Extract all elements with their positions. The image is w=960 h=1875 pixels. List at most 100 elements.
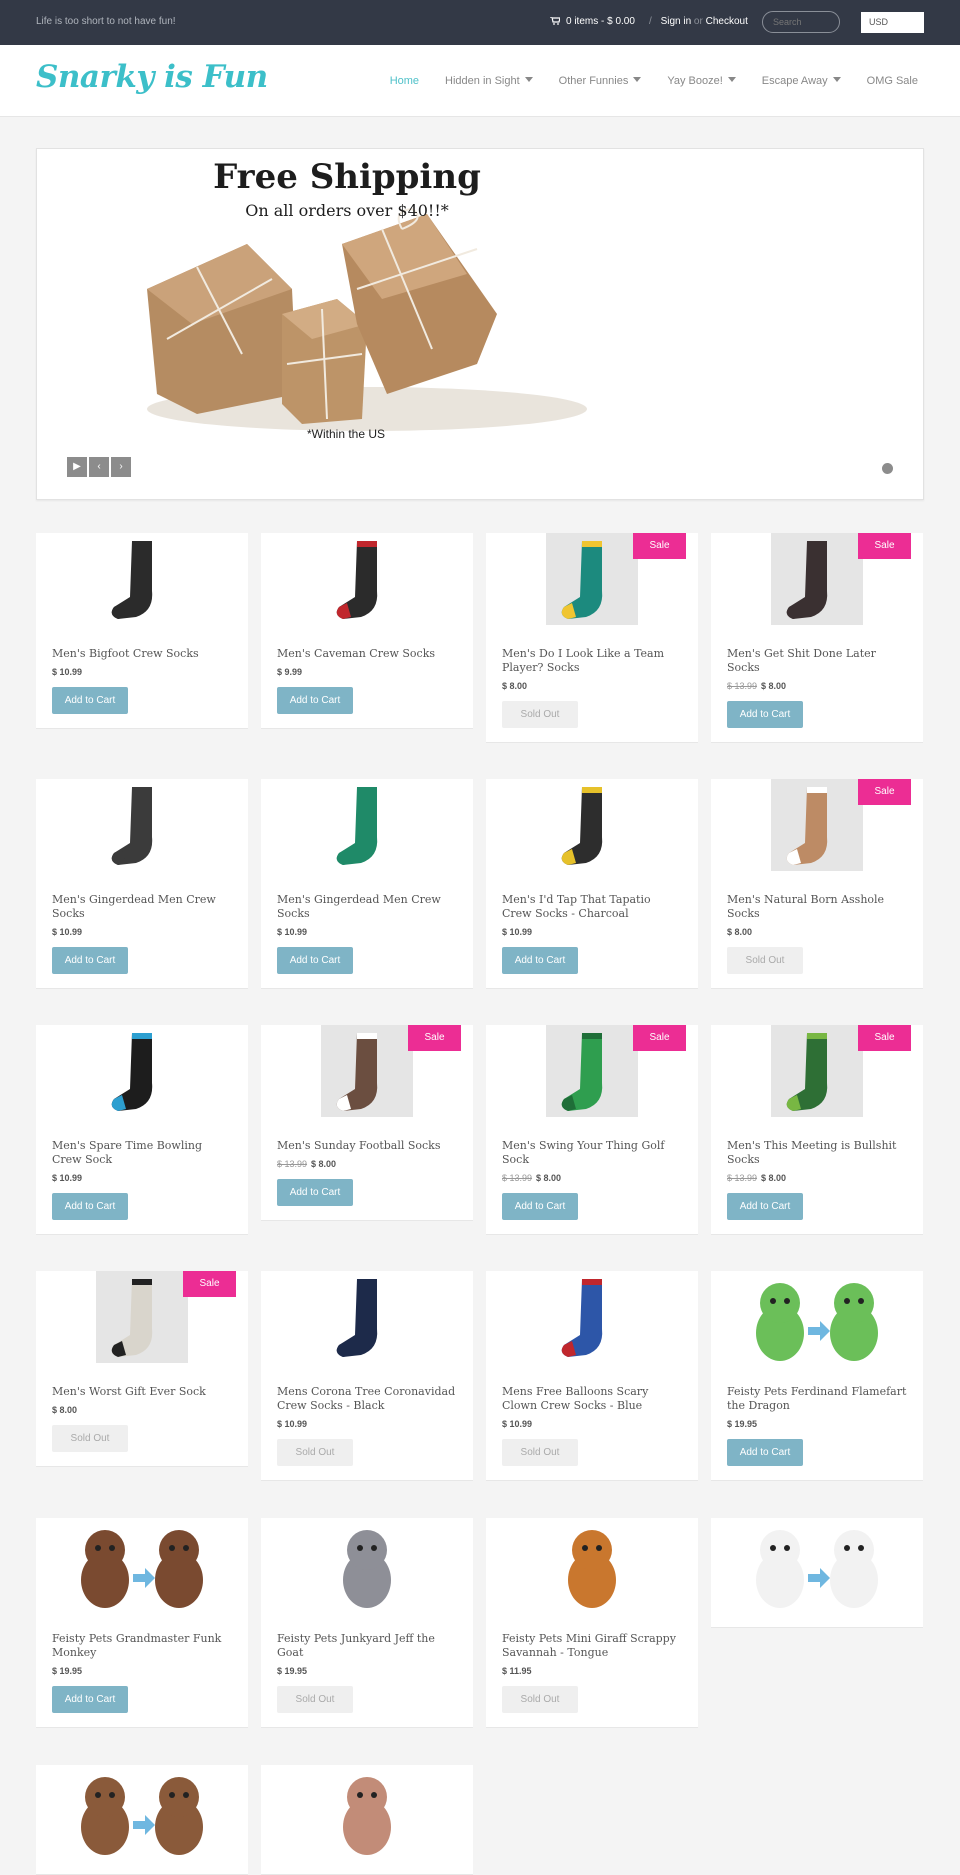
add-to-cart-button[interactable]: Add to Cart xyxy=(277,947,353,974)
product-title[interactable]: Mens Corona Tree Coronavidad Crew Socks … xyxy=(277,1385,457,1413)
add-to-cart-button[interactable]: Add to Cart xyxy=(52,947,128,974)
product-title[interactable]: Men's Get Shit Done Later Socks xyxy=(727,647,907,675)
product-card[interactable]: Men's Gingerdead Men Crew Socks $ 10.99 Ad… xyxy=(36,779,248,989)
product-image[interactable] xyxy=(546,779,638,880)
product-card[interactable]: Sale Men's This Meeting is Bullshit Socks… xyxy=(711,1025,923,1235)
cart-link[interactable]: 0 items - $ 0.00 xyxy=(550,16,635,27)
add-to-cart-button[interactable]: Add to Cart xyxy=(727,701,803,728)
product-card[interactable]: Mens Corona Tree Coronavidad Crew Socks … xyxy=(261,1271,473,1481)
product-card[interactable]: Sale Men's Worst Gift Ever Sock $ 8.00 Sold… xyxy=(36,1271,248,1467)
account-links: / Sign in or Checkout xyxy=(643,16,748,27)
product-image[interactable] xyxy=(292,1518,442,1619)
product-title[interactable]: Men's Gingerdead Men Crew Socks xyxy=(277,893,457,921)
product-card[interactable] xyxy=(261,1765,473,1875)
nav-item[interactable]: Escape Away xyxy=(762,75,841,87)
product-card[interactable]: Sale Men's Sunday Football Socks $ 13.99 $ … xyxy=(261,1025,473,1221)
nav-item[interactable]: Yay Booze! xyxy=(667,75,736,87)
product-image[interactable] xyxy=(771,779,863,880)
product-image[interactable] xyxy=(292,1765,442,1866)
product-image[interactable] xyxy=(321,1025,413,1126)
product-image[interactable] xyxy=(321,779,413,880)
add-to-cart-button[interactable]: Add to Cart xyxy=(727,1439,803,1466)
product-card[interactable]: Sale Men's Get Shit Done Later Socks $ 13.… xyxy=(711,533,923,743)
product-card[interactable] xyxy=(36,1765,248,1875)
product-card[interactable]: Feisty Pets Mini Giraff Scrappy Savannah… xyxy=(486,1518,698,1728)
product-image[interactable] xyxy=(742,1518,892,1619)
product-price: $ 8.00 xyxy=(761,1173,787,1183)
product-price: $ 19.95 xyxy=(52,1666,83,1676)
product-title[interactable]: Feisty Pets Grandmaster Funk Monkey xyxy=(52,1632,232,1660)
product-title[interactable]: Feisty Pets Mini Giraff Scrappy Savannah… xyxy=(502,1632,682,1660)
product-card[interactable]: Feisty Pets Grandmaster Funk Monkey $ 19.… xyxy=(36,1518,248,1728)
product-title[interactable]: Feisty Pets Junkyard Jeff the Goat xyxy=(277,1632,457,1660)
add-to-cart-button[interactable]: Add to Cart xyxy=(52,1193,128,1220)
product-image[interactable] xyxy=(321,533,413,634)
product-card[interactable]: Feisty Pets Junkyard Jeff the Goat $ 19.9… xyxy=(261,1518,473,1728)
currency-select[interactable]: USD xyxy=(861,12,924,33)
add-to-cart-button[interactable]: Add to Cart xyxy=(277,1179,353,1206)
add-to-cart-button[interactable]: Add to Cart xyxy=(502,1193,578,1220)
product-card[interactable]: Men's Bigfoot Crew Socks $ 10.99 Add to Ca… xyxy=(36,533,248,729)
site-logo[interactable]: Snarky is Fun xyxy=(36,59,268,95)
search-input[interactable] xyxy=(762,11,840,33)
product-title[interactable]: Men's Gingerdead Men Crew Socks xyxy=(52,893,232,921)
chevron-left-icon[interactable]: ‹ xyxy=(89,457,109,477)
product-title[interactable]: Men's Bigfoot Crew Socks xyxy=(52,647,232,661)
product-card[interactable]: Men's I'd Tap That Tapatio Crew Socks - … xyxy=(486,779,698,989)
product-card[interactable] xyxy=(711,1518,923,1628)
product-title[interactable]: Men's Caveman Crew Socks xyxy=(277,647,457,661)
product-image[interactable] xyxy=(96,1271,188,1372)
product-card[interactable]: Feisty Pets Ferdinand Flamefart the Drag… xyxy=(711,1271,923,1481)
product-image-wrap: Sale xyxy=(261,1025,473,1129)
product-image[interactable] xyxy=(67,1518,217,1619)
hero-slider: Free Shipping On all orders over $40!!* … xyxy=(36,148,924,500)
product-card[interactable]: Men's Gingerdead Men Crew Socks $ 10.99 Ad… xyxy=(261,779,473,989)
product-card[interactable]: Men's Caveman Crew Socks $ 9.99 Add to Car… xyxy=(261,533,473,729)
nav-item[interactable]: Hidden in Sight xyxy=(445,75,533,87)
product-image[interactable] xyxy=(67,1765,217,1866)
product-image[interactable] xyxy=(771,533,863,634)
product-price: $ 10.99 xyxy=(277,927,308,937)
product-card[interactable]: Sale Men's Do I Look Like a Team Player? … xyxy=(486,533,698,743)
product-title[interactable]: Men's Spare Time Bowling Crew Sock xyxy=(52,1139,232,1167)
nav-item[interactable]: OMG Sale xyxy=(867,75,918,87)
nav-item[interactable]: Other Funnies xyxy=(559,75,642,87)
product-image[interactable] xyxy=(742,1271,892,1372)
checkout-link[interactable]: Checkout xyxy=(706,16,748,27)
add-to-cart-button[interactable]: Add to Cart xyxy=(502,947,578,974)
product-card[interactable]: Men's Spare Time Bowling Crew Sock $ 10.9… xyxy=(36,1025,248,1235)
add-to-cart-button[interactable]: Add to Cart xyxy=(277,687,353,714)
product-title[interactable]: Men's This Meeting is Bullshit Socks xyxy=(727,1139,907,1167)
chevron-right-icon[interactable]: › xyxy=(111,457,131,477)
product-title[interactable]: Men's Worst Gift Ever Sock xyxy=(52,1385,232,1399)
nav-item[interactable]: Home xyxy=(390,75,419,87)
product-title[interactable]: Men's I'd Tap That Tapatio Crew Socks - … xyxy=(502,893,682,921)
product-image[interactable] xyxy=(517,1518,667,1619)
add-to-cart-button[interactable]: Add to Cart xyxy=(52,687,128,714)
product-image[interactable] xyxy=(96,779,188,880)
product-image-wrap xyxy=(261,1271,473,1375)
add-to-cart-button[interactable]: Add to Cart xyxy=(52,1686,128,1713)
product-image-wrap xyxy=(261,779,473,883)
product-title[interactable]: Feisty Pets Ferdinand Flamefart the Drag… xyxy=(727,1385,907,1413)
product-title[interactable]: Mens Free Balloons Scary Clown Crew Sock… xyxy=(502,1385,682,1413)
product-image[interactable] xyxy=(546,1271,638,1372)
add-to-cart-button[interactable]: Add to Cart xyxy=(727,1193,803,1220)
product-title[interactable]: Men's Natural Born Asshole Socks xyxy=(727,893,907,921)
product-card[interactable]: Mens Free Balloons Scary Clown Crew Sock… xyxy=(486,1271,698,1481)
product-title[interactable]: Men's Do I Look Like a Team Player? Sock… xyxy=(502,647,682,675)
play-icon[interactable]: ▶ xyxy=(67,457,87,477)
product-image[interactable] xyxy=(321,1271,413,1372)
product-image[interactable] xyxy=(546,533,638,634)
slide-dot[interactable] xyxy=(882,463,893,474)
product-title[interactable]: Men's Swing Your Thing Golf Sock xyxy=(502,1139,682,1167)
product-image[interactable] xyxy=(546,1025,638,1126)
product-image[interactable] xyxy=(96,533,188,634)
sign-in-link[interactable]: Sign in xyxy=(661,16,692,27)
product-card[interactable]: Sale Men's Natural Born Asshole Socks $ 8.… xyxy=(711,779,923,989)
slide-note: *Within the US xyxy=(307,427,386,441)
product-title[interactable]: Men's Sunday Football Socks xyxy=(277,1139,457,1153)
product-image[interactable] xyxy=(96,1025,188,1126)
product-image[interactable] xyxy=(771,1025,863,1126)
product-card[interactable]: Sale Men's Swing Your Thing Golf Sock $ 13… xyxy=(486,1025,698,1235)
